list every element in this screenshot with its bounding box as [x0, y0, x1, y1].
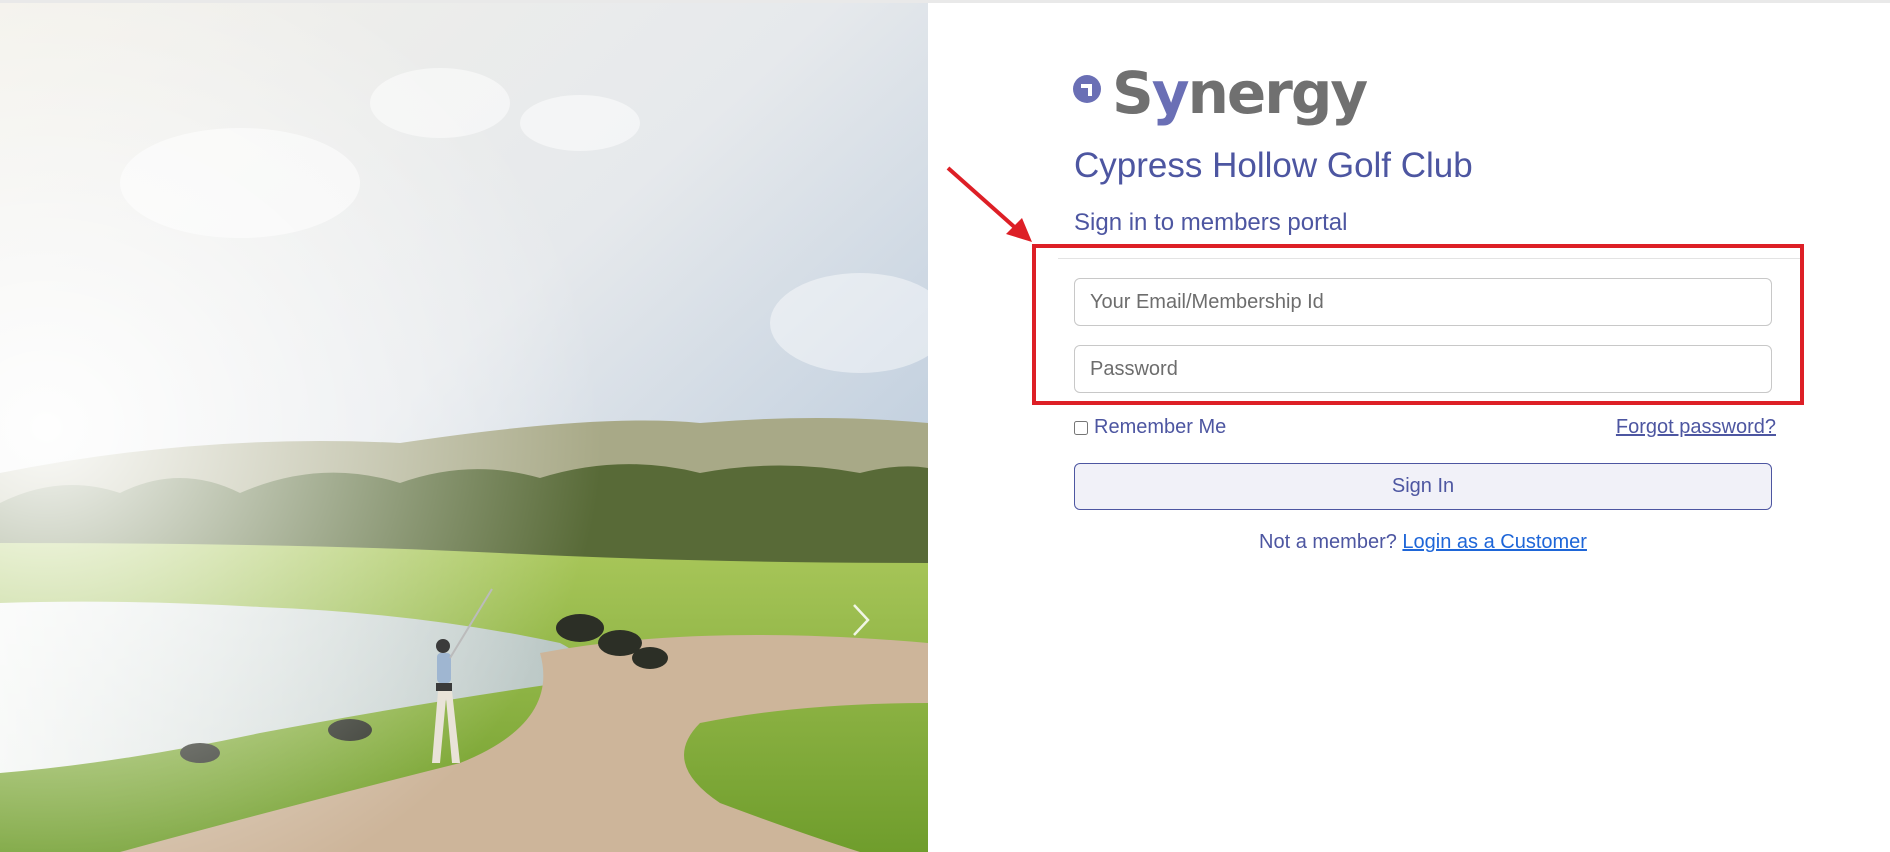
not-member-text: Not a member?	[1259, 531, 1397, 553]
chevron-right-icon[interactable]	[846, 599, 876, 641]
remember-me-checkbox[interactable]	[1074, 420, 1088, 435]
synergy-logo: Synergy	[1072, 58, 1368, 128]
club-name: Cypress Hollow Golf Club	[1074, 146, 1473, 185]
logo-wordmark: Synergy	[1112, 59, 1368, 127]
hero-image	[0, 3, 928, 852]
not-member-row: Not a member? Login as a Customer	[0, 531, 1890, 554]
forgot-password-link[interactable]: Forgot password?	[1616, 416, 1776, 439]
remember-me-label: Remember Me	[1094, 416, 1227, 438]
golf-course-image	[0, 3, 928, 852]
synergy-logo-mark-icon	[1073, 75, 1101, 103]
divider	[1058, 258, 1803, 259]
password-field[interactable]	[1074, 345, 1772, 393]
login-as-customer-link[interactable]: Login as a Customer	[1402, 531, 1587, 553]
sign-in-button[interactable]: Sign In	[1074, 463, 1772, 510]
portal-subtitle: Sign in to members portal	[1074, 209, 1348, 236]
remember-me[interactable]: Remember Me	[1074, 416, 1226, 439]
email-field[interactable]	[1074, 278, 1772, 326]
